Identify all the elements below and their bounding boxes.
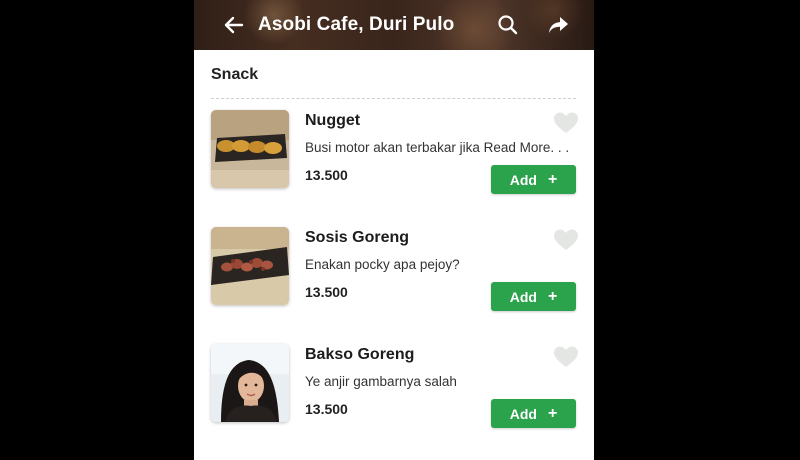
menu-item: Nugget Busi motor akan terbakar jika Rea… — [194, 110, 594, 210]
item-description[interactable]: Busi motor akan terbakar jika Read More.… — [305, 140, 569, 155]
phone-screen: Asobi Cafe, Duri Pulo Snack Nugget Busi — [194, 0, 594, 460]
item-price: 13.500 — [305, 401, 348, 417]
person-photo[interactable] — [211, 344, 289, 422]
arrow-left-icon[interactable] — [222, 13, 246, 37]
menu-item: Bakso Goreng Ye anjir gambarnya salah 13… — [194, 344, 594, 444]
add-button[interactable]: Add + — [491, 165, 576, 194]
heart-icon[interactable] — [553, 228, 579, 252]
section-divider — [211, 98, 576, 99]
app-bar: Asobi Cafe, Duri Pulo — [194, 0, 594, 50]
menu-item: Sosis Goreng Enakan pocky apa pejoy? 13.… — [194, 227, 594, 327]
heart-icon[interactable] — [553, 345, 579, 369]
item-description: Enakan pocky apa pejoy? — [305, 257, 460, 272]
share-icon[interactable] — [546, 13, 570, 37]
section-title: Snack — [211, 66, 259, 83]
item-description: Ye anjir gambarnya salah — [305, 374, 457, 389]
heart-icon[interactable] — [553, 111, 579, 135]
nugget-photo[interactable] — [211, 110, 289, 188]
add-button[interactable]: Add + — [491, 399, 576, 428]
add-button[interactable]: Add + — [491, 282, 576, 311]
plus-icon: + — [547, 287, 558, 305]
search-icon[interactable] — [496, 13, 520, 37]
add-button-label: Add — [509, 171, 537, 188]
item-price: 13.500 — [305, 284, 348, 300]
add-button-label: Add — [509, 288, 537, 305]
item-price: 13.500 — [305, 167, 348, 183]
item-name: Bakso Goreng — [305, 346, 415, 363]
add-button-label: Add — [509, 405, 537, 422]
plus-icon: + — [547, 170, 558, 188]
restaurant-title: Asobi Cafe, Duri Pulo — [258, 14, 455, 35]
plus-icon: + — [547, 404, 558, 422]
sausage-photo[interactable] — [211, 227, 289, 305]
item-name: Sosis Goreng — [305, 229, 410, 246]
item-name: Nugget — [305, 112, 361, 129]
